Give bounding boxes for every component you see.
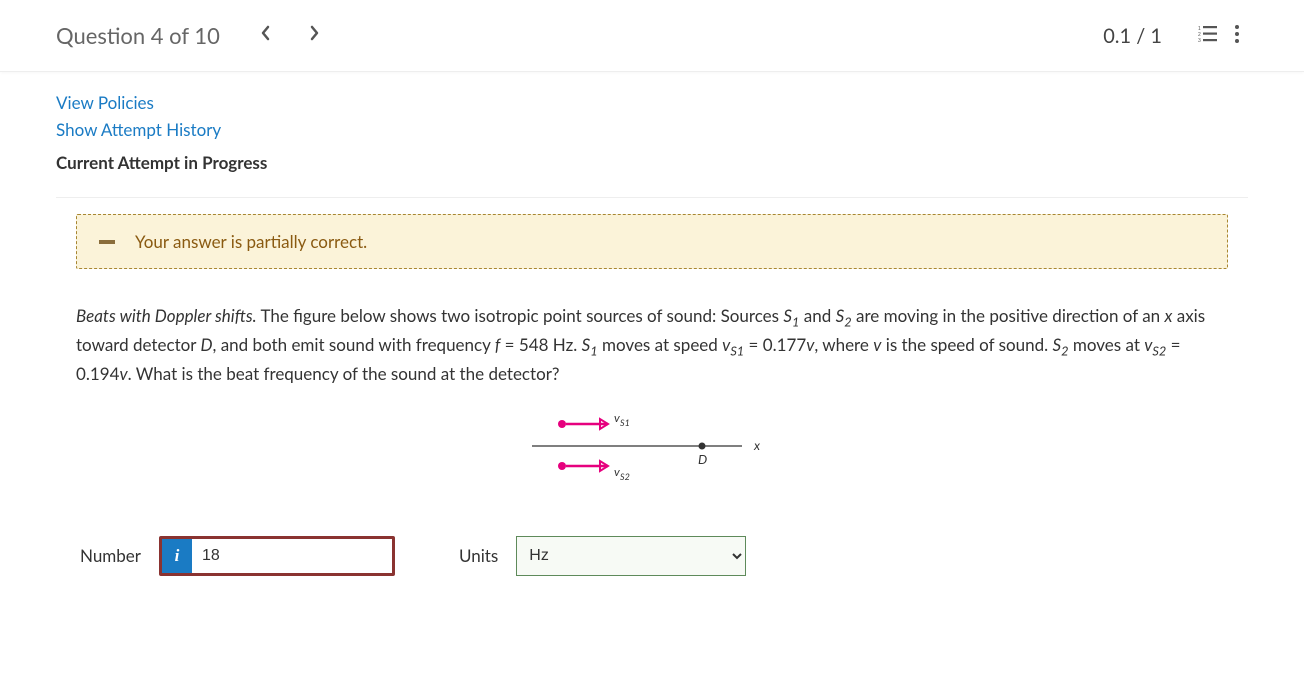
score-display: 0.1 / 1 <box>1103 24 1162 48</box>
number-label: Number <box>80 545 141 566</box>
number-input[interactable] <box>192 539 392 573</box>
feedback-banner: Your answer is partially correct. <box>76 214 1228 269</box>
svg-text:S2: S2 <box>620 471 630 482</box>
units-label: Units <box>459 545 498 566</box>
chevron-left-icon <box>260 25 272 41</box>
view-policies-link[interactable]: View Policies <box>56 92 1248 113</box>
units-select[interactable]: Hz <box>516 536 746 576</box>
question-list-button[interactable]: 1 2 3 <box>1190 19 1226 52</box>
problem-figure: v S1 D x v S2 <box>76 406 1228 490</box>
number-info-button[interactable]: i <box>162 539 192 573</box>
figure-x-label: x <box>753 437 761 453</box>
svg-text:3: 3 <box>1198 38 1201 43</box>
more-options-button[interactable] <box>1226 18 1248 53</box>
next-question-button[interactable] <box>298 19 330 52</box>
figure-D-label: D <box>698 451 707 467</box>
problem-text: Beats with Doppler shifts. The figure be… <box>76 303 1228 388</box>
partial-correct-icon <box>99 240 115 244</box>
current-attempt-label: Current Attempt in Progress <box>56 152 1248 173</box>
divider <box>56 197 1248 198</box>
question-title: Question 4 of 10 <box>56 22 220 49</box>
svg-text:S1: S1 <box>620 417 630 428</box>
list-icon: 1 2 3 <box>1198 25 1218 43</box>
chevron-right-icon <box>308 25 320 41</box>
feedback-text: Your answer is partially correct. <box>135 231 367 252</box>
show-attempt-history-link[interactable]: Show Attempt History <box>56 119 1248 140</box>
prev-question-button[interactable] <box>250 19 282 52</box>
kebab-icon <box>1234 24 1240 44</box>
